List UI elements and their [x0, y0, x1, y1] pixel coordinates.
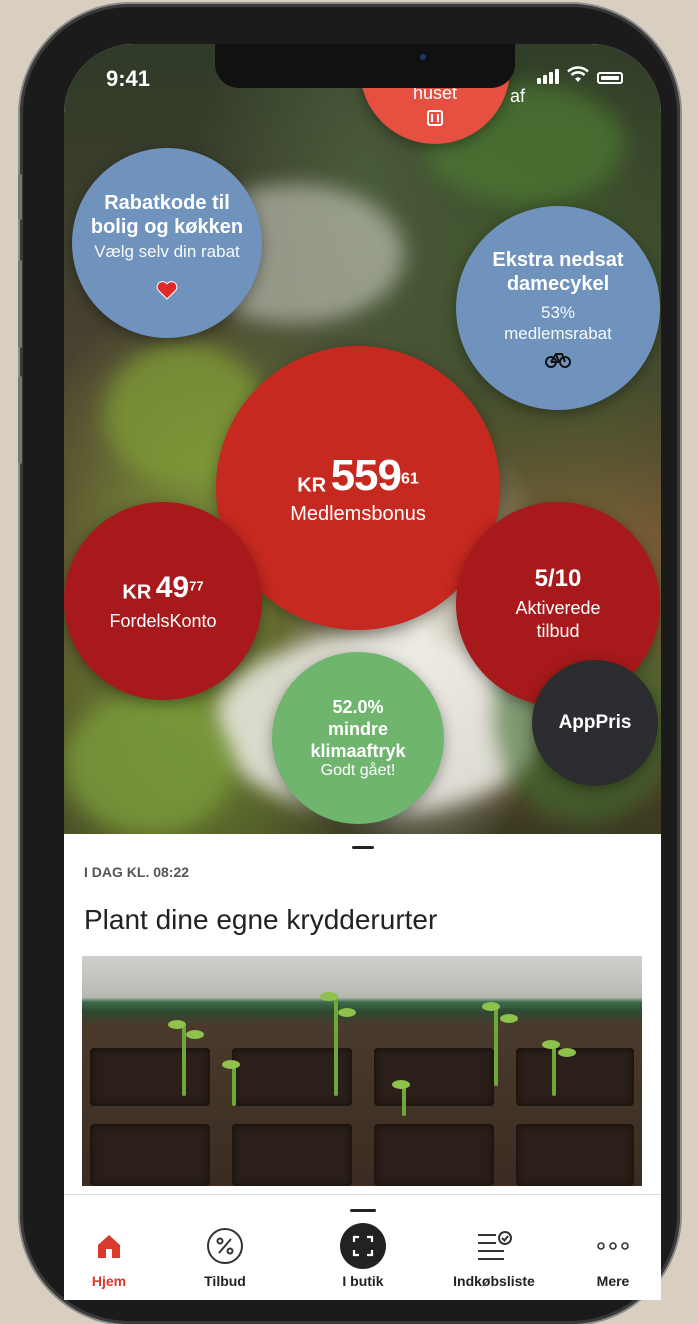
tab-mere-label: Mere [596, 1273, 630, 1289]
bonus-amount: KR 55961 [297, 451, 419, 501]
fordels-label: FordelsKonto [109, 610, 217, 631]
aktiverede-label: Aktiverede tilbud [515, 598, 601, 641]
tab-tilbud-label: Tilbud [204, 1273, 246, 1289]
tab-indkobsliste-label: Indkøbsliste [453, 1273, 535, 1289]
battery-icon [597, 72, 623, 84]
bicycle-icon [545, 353, 571, 368]
bubble-fordelskonto[interactable]: KR 4977 FordelsKonto [64, 502, 262, 700]
scan-icon [340, 1223, 386, 1269]
side-button [18, 260, 22, 348]
article-image[interactable] [82, 956, 642, 1186]
fordels-decimals: 77 [189, 578, 204, 594]
sheet-grabber[interactable] [352, 846, 374, 849]
percent-icon [207, 1228, 243, 1264]
tab-indkobsliste[interactable]: Indkøbsliste [424, 1225, 564, 1289]
bonus-currency: KR [297, 473, 327, 496]
bubble-restaurant-partial-text: af [510, 86, 526, 106]
appris-label: AppPris [558, 712, 632, 733]
restaurant-icon [427, 109, 443, 126]
home-icon [98, 1235, 120, 1258]
bubble-klimaaftryk[interactable]: 52.0% mindre klimaaftryk Godt gået! [272, 652, 444, 824]
tab-i-butik-label: I butik [342, 1273, 384, 1289]
bubble-damecykel[interactable]: Ekstra nedsat damecykel 53% medlemsrabat [456, 206, 660, 410]
damecykel-title: Ekstra nedsat damecykel [492, 249, 624, 295]
rabatkode-title: Rabatkode til bolig og køkken [90, 191, 244, 238]
klima-value: 52.0% [332, 696, 384, 717]
heart-icon [156, 280, 178, 300]
wifi-icon [567, 66, 589, 82]
status-time: 9:41 [106, 66, 151, 91]
bonus-decimals: 61 [400, 470, 419, 488]
signal-icon [537, 69, 559, 84]
fordels-value: 49 [155, 570, 190, 604]
more-icon [597, 1242, 629, 1250]
fordels-currency: KR [122, 580, 152, 603]
tab-hjem[interactable]: Hjem [64, 1225, 164, 1289]
klima-sub: Godt gået! [320, 761, 396, 779]
side-button [18, 376, 22, 464]
bubble-appris[interactable]: AppPris [532, 660, 658, 786]
rabatkode-subtitle: Vælg selv din rabat [94, 241, 240, 261]
tab-bar: Hjem Tilbud I butik Indkøbsliste Mere [64, 1194, 661, 1300]
article-meta: I DAG KL. 08:22 [84, 864, 190, 880]
notch [215, 44, 515, 88]
list-check-icon [478, 1231, 512, 1260]
tab-i-butik[interactable]: I butik [308, 1223, 418, 1289]
bonus-value: 559 [330, 450, 402, 500]
screen: 9:41 huset af Rabatkode til bolig og køk… [64, 44, 661, 1300]
bubble-rabatkode[interactable]: Rabatkode til bolig og køkken Vælg selv … [72, 148, 262, 338]
damecykel-subtitle: 53% medlemsrabat [504, 303, 612, 343]
bonus-label: Medlemsbonus [290, 502, 426, 525]
side-button [18, 174, 22, 220]
aktiverede-count: 5/10 [534, 565, 582, 592]
tab-tilbud[interactable]: Tilbud [170, 1225, 280, 1289]
status-icons [537, 66, 623, 84]
tab-mere[interactable]: Mere [558, 1225, 661, 1289]
fordels-amount: KR 4977 [122, 571, 203, 605]
tab-hjem-label: Hjem [91, 1273, 127, 1289]
tabbar-grabber [350, 1209, 376, 1212]
article-headline[interactable]: Plant dine egne krydderurter [84, 904, 437, 936]
klima-label: mindre klimaaftryk [310, 718, 406, 761]
